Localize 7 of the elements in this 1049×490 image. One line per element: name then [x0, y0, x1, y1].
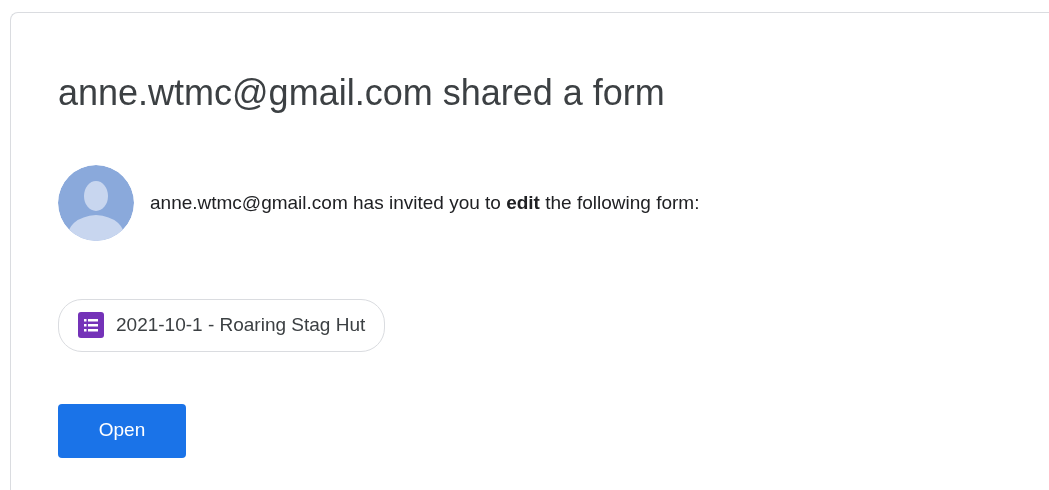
open-button[interactable]: Open	[58, 403, 186, 458]
avatar-icon	[58, 165, 134, 241]
form-file-chip[interactable]: 2021-10-1 - Roaring Stag Hut	[58, 299, 386, 352]
forms-icon	[78, 312, 104, 339]
invite-message: anne.wtmc@gmail.com has invited you to edit the following form:	[150, 190, 700, 215]
email-heading: anne.wtmc@gmail.com shared a form	[58, 71, 666, 115]
file-name: 2021-10-1 - Roaring Stag Hut	[116, 313, 366, 337]
